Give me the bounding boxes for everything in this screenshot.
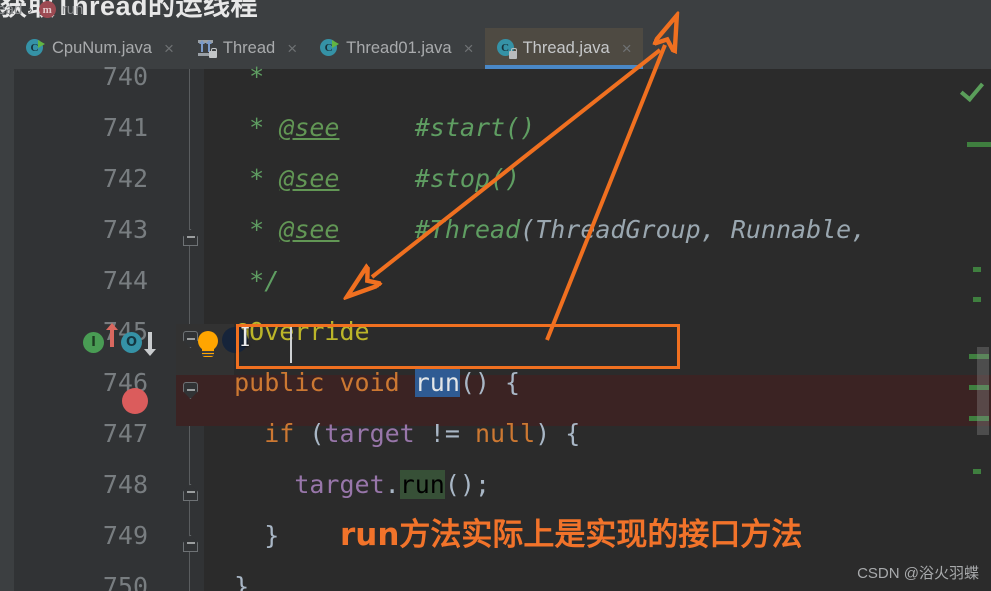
breadcrumb[interactable]: hread › m run (0, 1, 83, 18)
top-breadcrumb-strip: 获取Thread的运线程 hread › m run (0, 0, 991, 28)
code-line-text[interactable]: } (204, 510, 279, 561)
code-token: () { (459, 368, 521, 397)
code-token: run (414, 368, 460, 397)
code-line-text[interactable]: * @see #start() (204, 102, 535, 153)
code-token: if (204, 419, 310, 448)
code-token: ( (309, 419, 325, 448)
code-line-text[interactable]: public void run() { (204, 357, 520, 408)
code-token: target (324, 419, 415, 448)
implementing-method-icon[interactable]: I (83, 332, 104, 353)
code-token: } (204, 572, 250, 591)
code-token: (); (444, 470, 490, 499)
line-number[interactable]: 744 (0, 255, 148, 306)
left-tool-strip (0, 28, 14, 591)
code-line-row[interactable]: 748 target.run(); (0, 459, 991, 510)
line-number[interactable]: 750 (0, 561, 148, 591)
mouse-ibeam-cursor: I (240, 323, 251, 353)
code-line-row[interactable]: 741 * @see #start() (0, 102, 991, 153)
watermark: CSDN @浴火羽蝶 (857, 565, 979, 582)
breakpoint-icon[interactable] (122, 388, 148, 414)
line-number[interactable]: 742 (0, 153, 148, 204)
code-token: */ (204, 266, 280, 295)
code-token: #Thread (414, 215, 521, 244)
vcs-change-marker (973, 267, 981, 272)
code-line-text[interactable]: * @see #Thread(ThreadGroup, Runnable, (204, 204, 866, 255)
annotation-note: run方法实际上是实现的接口方法 (340, 517, 803, 553)
vcs-change-marker (973, 469, 981, 474)
code-line-text[interactable]: } (204, 561, 249, 591)
code-token: #stop() (414, 164, 521, 193)
code-token: (ThreadGroup, Runnable, (520, 215, 867, 244)
intellij-idea-window: 获取Thread的运线程 hread › m run C CpuNum.java… (0, 0, 991, 591)
code-token: != (414, 419, 475, 448)
code-line-text[interactable]: * (204, 51, 279, 102)
breadcrumb-method[interactable]: run (62, 1, 84, 18)
code-token: * (204, 62, 280, 91)
code-token: * (204, 215, 280, 244)
line-number[interactable]: 747 (0, 408, 148, 459)
code-token: * (204, 164, 280, 193)
code-token: ) { (535, 419, 581, 448)
text-caret (290, 327, 292, 363)
breadcrumb-class[interactable]: hread (0, 1, 22, 18)
code-token: target (294, 470, 385, 499)
overridden-method-icon[interactable]: O (121, 332, 142, 353)
code-token: run (399, 470, 445, 499)
code-line-text[interactable]: if (target != null) { (204, 408, 580, 459)
code-line-row[interactable]: 750 } (0, 561, 991, 591)
line-number[interactable]: 741 (0, 102, 148, 153)
code-token: } (204, 521, 280, 550)
code-line-row[interactable]: 744 */ (0, 255, 991, 306)
method-icon: m (38, 1, 56, 18)
line-number[interactable]: 740 (0, 51, 148, 102)
code-line-row[interactable]: 746 public void run() { (0, 357, 991, 408)
editor-scrollbar-thumb[interactable] (977, 347, 989, 435)
code-token: . (384, 470, 400, 499)
code-token: public void (204, 368, 415, 397)
code-line-row[interactable]: 747 if (target != null) { (0, 408, 991, 459)
code-token: #start() (414, 113, 536, 142)
code-line-row[interactable]: 742 * @see #stop() (0, 153, 991, 204)
line-number[interactable]: 749 (0, 510, 148, 561)
code-token: @see (279, 164, 340, 193)
breadcrumb-separator-icon: › (28, 2, 33, 17)
code-line-text[interactable]: target.run(); (204, 459, 490, 510)
code-token: null (474, 419, 536, 448)
error-stripe-marker-bar[interactable] (959, 69, 991, 591)
code-line-text[interactable]: * @see #stop() (204, 153, 520, 204)
code-token: @see (279, 113, 340, 142)
intention-bulb-icon[interactable] (196, 331, 220, 359)
vcs-change-marker (967, 142, 991, 147)
code-token: * (204, 113, 280, 142)
line-number[interactable]: 743 (0, 204, 148, 255)
line-number[interactable]: 748 (0, 459, 148, 510)
vcs-change-marker (973, 297, 981, 302)
code-line-row[interactable]: 740 * (0, 51, 991, 102)
code-token: @see (279, 215, 340, 244)
code-line-text[interactable]: */ (204, 255, 279, 306)
code-line-row[interactable]: 743 * @see #Thread(ThreadGroup, Runnable… (0, 204, 991, 255)
